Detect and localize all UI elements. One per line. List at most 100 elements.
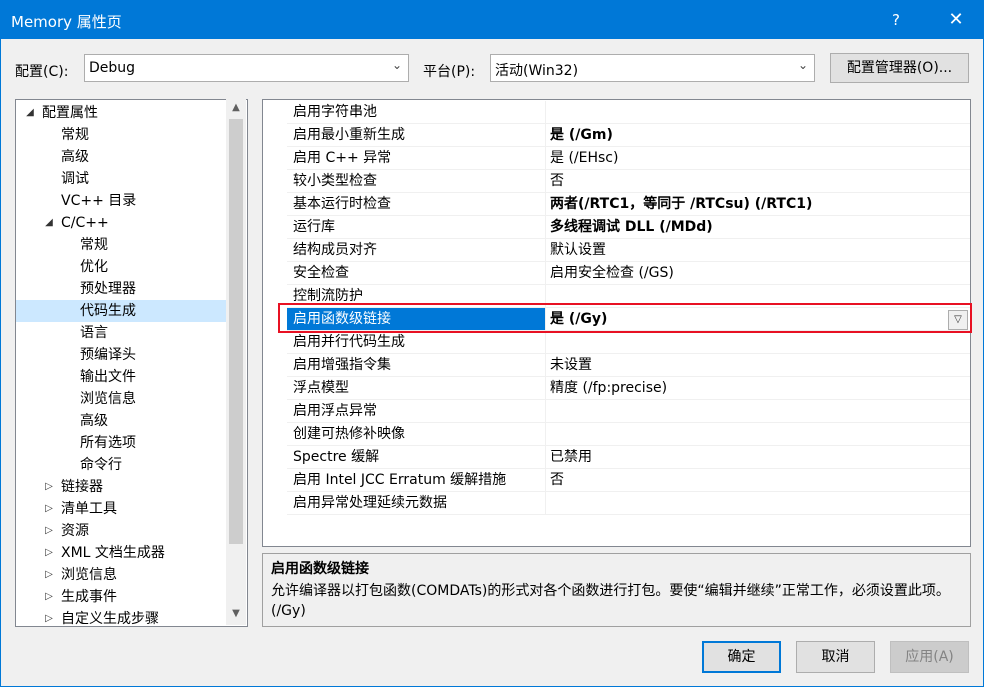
tree-item[interactable]: 调试 (16, 168, 227, 190)
tree-item[interactable]: VC++ 目录 (16, 190, 227, 212)
tree-item[interactable]: ▷ 资源 (16, 520, 227, 542)
property-value[interactable] (546, 423, 970, 445)
category-tree[interactable]: ◢ 配置属性 常规 高级 调试 VC++ 目录 ◢ C/C++ 常规 优化 预处理器 代码生成 语言 预编… (15, 99, 248, 627)
tree-item-label: 预处理器 (80, 281, 136, 297)
properties-dialog: Memory 属性页 ? ✕ 配置(C): Debug ⌄ 平台(P): 活动(… (0, 0, 984, 687)
tree-item[interactable]: ▷ XML 文档生成器 (16, 542, 227, 564)
scroll-up-icon[interactable]: ▲ (226, 99, 246, 117)
property-value[interactable]: 两者(/RTC1，等同于 /RTCsu) (/RTC1) (546, 193, 970, 215)
property-value[interactable]: 精度 (/fp:precise) (546, 377, 970, 399)
tree-scrollbar[interactable]: ▲ ▼ (226, 99, 246, 625)
chevron-down-icon: ⌄ (391, 58, 402, 72)
collapse-arrow-icon[interactable]: ◢ (24, 102, 36, 124)
property-row[interactable]: 结构成员对齐 默认设置 (287, 239, 970, 262)
cancel-button[interactable]: 取消 (796, 641, 875, 673)
property-row[interactable]: 较小类型检查否 (287, 170, 970, 193)
property-value[interactable]: 是 (/EHsc) (546, 147, 970, 169)
property-row[interactable]: 运行库 多线程调试 DLL (/MDd) (287, 216, 970, 239)
property-row[interactable]: 启用字符串池 (287, 101, 970, 124)
tree-item-label: 配置属性 (42, 105, 98, 121)
property-value[interactable]: 未设置 (546, 354, 970, 376)
tree-item-label: 输出文件 (80, 369, 136, 385)
property-value[interactable]: 启用安全检查 (/GS) (546, 262, 970, 284)
property-value[interactable] (546, 492, 970, 514)
property-row[interactable]: 启用并行代码生成 (287, 331, 970, 354)
property-row[interactable]: 启用异常处理延续元数据 (287, 492, 970, 515)
property-row[interactable]: 启用增强指令集 未设置 (287, 354, 970, 377)
tree-item[interactable]: 预处理器 (16, 278, 227, 300)
tree-item-label: 所有选项 (80, 435, 136, 451)
highlight-frame (278, 303, 972, 333)
tree-item-label: VC++ 目录 (61, 193, 137, 209)
tree-item[interactable]: ▷ 自定义生成步骤 (16, 608, 227, 626)
title-bar[interactable]: Memory 属性页 ? ✕ (1, 1, 983, 39)
tree-item[interactable]: ▷ 浏览信息 (16, 564, 227, 586)
scroll-down-icon[interactable]: ▼ (226, 605, 246, 623)
tree-item[interactable]: ◢ C/C++ (16, 212, 227, 234)
tree-item[interactable]: ▷ 生成事件 (16, 586, 227, 608)
tree-item[interactable]: 高级 (16, 146, 227, 168)
property-value[interactable]: 是 (/Gm) (546, 124, 970, 146)
scroll-thumb[interactable] (229, 119, 243, 544)
tree-item[interactable]: ▷ 清单工具 (16, 498, 227, 520)
tree-item[interactable]: ▷ 链接器 (16, 476, 227, 498)
property-row[interactable]: 基本运行时检查 两者(/RTC1，等同于 /RTCsu) (/RTC1) (287, 193, 970, 216)
tree-item[interactable]: 高级 (16, 410, 227, 432)
collapse-arrow-icon[interactable]: ◢ (43, 212, 55, 234)
property-row[interactable]: 启用 Intel JCC Erratum 缓解措施否 (287, 469, 970, 492)
property-name: 安全检查 (287, 262, 546, 284)
property-row[interactable]: 创建可热修补映像 (287, 423, 970, 446)
close-button[interactable]: ✕ (929, 1, 983, 39)
tree-item[interactable]: 代码生成 (16, 300, 227, 322)
expand-arrow-icon[interactable]: ▷ (43, 520, 55, 542)
property-name: 较小类型检查 (287, 170, 546, 192)
tree-item[interactable]: 所有选项 (16, 432, 227, 454)
expand-arrow-icon[interactable]: ▷ (43, 586, 55, 608)
property-name: 启用异常处理延续元数据 (287, 492, 546, 514)
ok-button[interactable]: 确定 (702, 641, 781, 673)
expand-arrow-icon[interactable]: ▷ (43, 564, 55, 586)
property-row[interactable]: 启用最小重新生成是 (/Gm) (287, 124, 970, 147)
property-value[interactable]: 已禁用 (546, 446, 970, 468)
tree-item-label: 常规 (80, 237, 108, 253)
property-row[interactable]: 安全检查 启用安全检查 (/GS) (287, 262, 970, 285)
tree-item[interactable]: 常规 (16, 234, 227, 256)
config-dropdown[interactable]: Debug ⌄ (84, 54, 409, 82)
property-value[interactable]: 否 (546, 170, 970, 192)
expand-arrow-icon[interactable]: ▷ (43, 498, 55, 520)
property-value[interactable]: 否 (546, 469, 970, 491)
tree-item[interactable]: 输出文件 (16, 366, 227, 388)
tree-item[interactable]: ◢ 配置属性 (16, 102, 227, 124)
property-row[interactable]: Spectre 缓解 已禁用 (287, 446, 970, 469)
tree-item-label: 命令行 (80, 457, 122, 473)
property-value[interactable] (546, 331, 970, 353)
platform-value: 活动(Win32) (495, 63, 579, 79)
expand-arrow-icon[interactable]: ▷ (43, 542, 55, 564)
help-button[interactable]: ? (871, 1, 921, 39)
platform-dropdown[interactable]: 活动(Win32) ⌄ (490, 54, 815, 82)
tree-item-label: 代码生成 (80, 303, 136, 319)
property-row[interactable]: 浮点模型 精度 (/fp:precise) (287, 377, 970, 400)
config-manager-button[interactable]: 配置管理器(O)... (830, 53, 969, 83)
config-value: Debug (89, 60, 136, 76)
tree-item[interactable]: 命令行 (16, 454, 227, 476)
config-label: 配置(C): (15, 64, 69, 80)
property-row[interactable]: 启用 C++ 异常是 (/EHsc) (287, 147, 970, 170)
tree-item[interactable]: 常规 (16, 124, 227, 146)
property-name: 创建可热修补映像 (287, 423, 546, 445)
property-value[interactable]: 默认设置 (546, 239, 970, 261)
tree-item[interactable]: 预编译头 (16, 344, 227, 366)
tree-item-label: 高级 (61, 149, 89, 165)
window-title: Memory 属性页 (11, 13, 122, 31)
apply-button[interactable]: 应用(A) (890, 641, 969, 673)
property-row[interactable]: 启用浮点异常 (287, 400, 970, 423)
property-value[interactable]: 多线程调试 DLL (/MDd) (546, 216, 970, 238)
tree-item[interactable]: 浏览信息 (16, 388, 227, 410)
property-value[interactable] (546, 101, 970, 123)
property-value[interactable] (546, 400, 970, 422)
tree-item-label: 浏览信息 (80, 391, 136, 407)
expand-arrow-icon[interactable]: ▷ (43, 476, 55, 498)
tree-item[interactable]: 优化 (16, 256, 227, 278)
expand-arrow-icon[interactable]: ▷ (43, 608, 55, 626)
tree-item[interactable]: 语言 (16, 322, 227, 344)
